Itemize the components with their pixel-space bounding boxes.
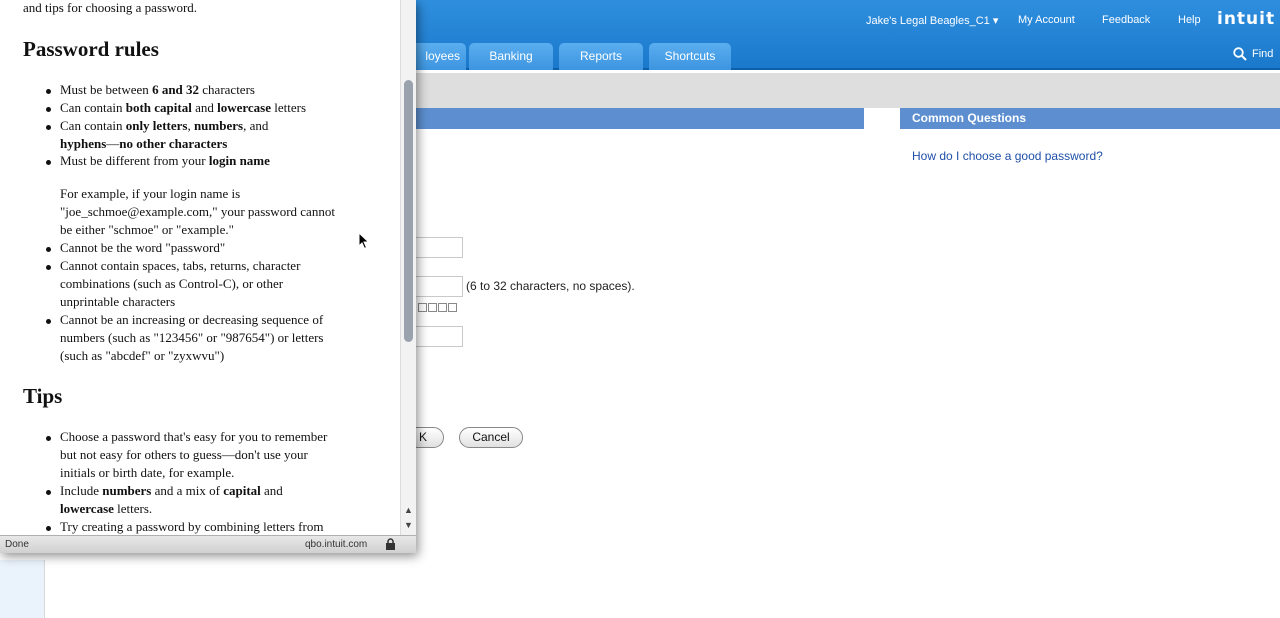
common-questions-header: Common Questions [900,108,1280,129]
rule-no-sequence: numbers (such as "123456" or "987654") o… [60,330,324,345]
popup-status-bar: Done qbo.intuit.com [0,535,416,553]
bullet [46,160,51,165]
bullet [46,89,51,94]
help-link[interactable]: Help [1178,14,1201,26]
tip-easy-remember: Choose a password that's easy for you to… [60,429,328,444]
help-content: and tips for choosing a password. Passwo… [0,0,400,535]
intuit-logo: intuit [1217,9,1276,29]
choose-password-help-link[interactable]: How do I choose a good password? [912,149,1103,163]
confirm-password-field[interactable] [410,326,463,347]
scroll-down-arrow-icon[interactable]: ▼ [404,520,413,530]
rule-case: Can contain both capital and lowercase l… [60,100,307,115]
tab-employees-label: loyees [425,49,460,63]
tips-heading: Tips [23,384,63,408]
rule-no-sequence: (such as "abcdef" or "zyxwvu") [60,348,225,363]
status-text: Done [5,539,29,550]
bullet [46,436,51,441]
tip-easy-remember: initials or birth date, for example. [60,465,235,480]
common-questions-title: Common Questions [912,111,1027,125]
scroll-thumb[interactable] [404,80,413,342]
password-strength-meter [418,303,458,312]
password-hint: (6 to 32 characters, no spaces). [466,279,635,293]
rule-login-example: For example, if your login name is [60,186,241,201]
cancel-button[interactable]: Cancel [459,427,523,448]
rule-login-example: be either "schmoe" or "example." [60,222,234,237]
left-panel-edge [0,560,44,618]
tab-reports[interactable]: Reports [559,43,643,70]
rule-no-spaces: Cannot contain spaces, tabs, returns, ch… [60,258,301,273]
help-popup-window: and tips for choosing a password. Passwo… [0,0,416,553]
popup-scrollbar[interactable]: ▲ ▼ [400,0,416,535]
rule-login: Must be different from your login name [60,153,270,168]
tip-easy-remember: but not easy for others to guess—don't u… [60,447,308,462]
rule-characters: Can contain only letters, numbers, and [60,118,269,133]
tip-mix: Include numbers and a mix of capital and [60,483,283,498]
bullet [46,526,51,531]
user-id-field[interactable] [410,237,463,258]
rule-no-spaces: unprintable characters [60,294,176,309]
company-menu[interactable]: Jake's Legal Beagles_C1 ▾ [866,14,998,27]
intro-text: and tips for choosing a password. [23,0,198,15]
rule-no-spaces: combinations (such as Control-C), or oth… [60,276,284,291]
password-rules-heading: Password rules [23,37,159,61]
tip-combining: Try creating a password by combining let… [60,519,324,534]
scroll-up-arrow-icon[interactable]: ▲ [404,505,413,515]
mouse-cursor-icon [358,232,370,250]
bullet [46,247,51,252]
tip-mix: lowercase letters. [60,501,153,516]
tab-banking-label: Banking [489,49,533,63]
find-label: Find [1252,48,1274,60]
rule-not-password: Cannot be the word "password" [60,240,226,255]
panel-divider [44,560,45,618]
my-account-link[interactable]: My Account [1018,14,1075,26]
feedback-link[interactable]: Feedback [1102,14,1150,26]
bullet [46,319,51,324]
bullet [46,265,51,270]
rule-length: Must be between 6 and 32 characters [60,82,255,97]
tab-shortcuts[interactable]: Shortcuts [649,43,731,70]
password-field[interactable] [410,276,463,297]
rule-no-sequence: Cannot be an increasing or decreasing se… [60,312,324,327]
tab-reports-label: Reports [579,49,623,63]
status-host: qbo.intuit.com [305,539,368,550]
lock-icon [386,538,395,550]
cancel-button-label: Cancel [472,430,510,444]
tab-shortcuts-label: Shortcuts [664,49,716,63]
tab-banking[interactable]: Banking [469,43,553,70]
ok-button-label: K [418,430,427,444]
rule-login-example: "joe_schmoe@example.com," your password … [60,204,335,219]
bullet [46,125,51,130]
rule-characters-cont: hyphens—no other characters [60,136,228,151]
search-icon [1233,47,1247,61]
bullet [46,107,51,112]
bullet [46,490,51,495]
